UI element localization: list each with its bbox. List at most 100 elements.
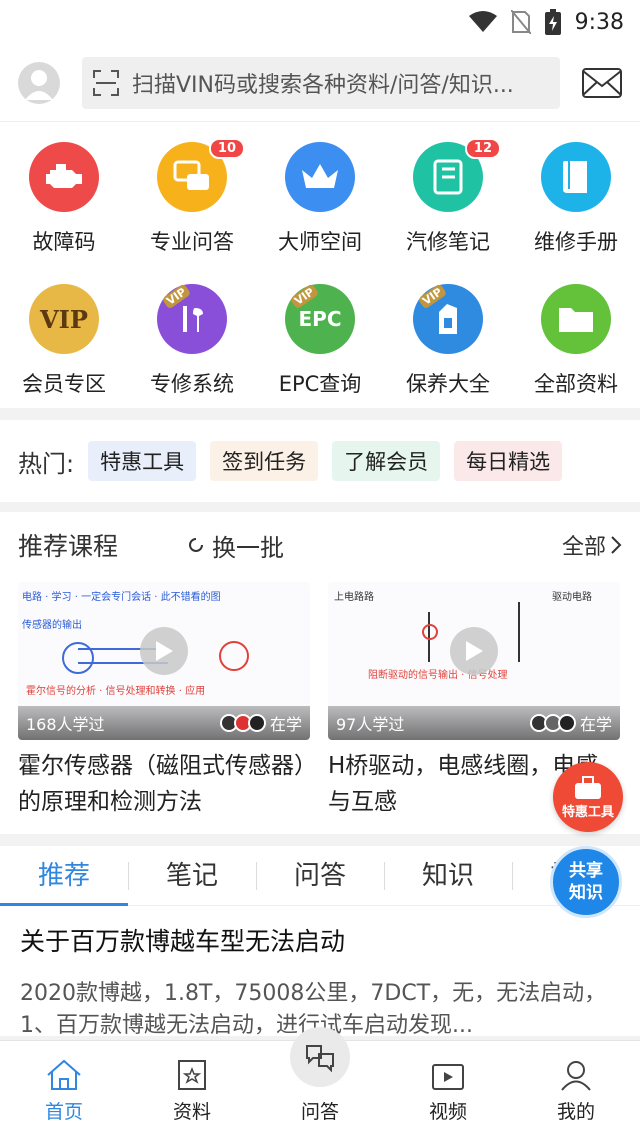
- nav-home[interactable]: 首页: [0, 1041, 128, 1136]
- user-icon: [25, 69, 53, 100]
- thumb-footer: 168人学过 在学: [18, 706, 310, 740]
- share-line2: 知识: [569, 883, 603, 903]
- crown-icon: [285, 142, 355, 212]
- courses-header: 推荐课程 换一批 全部: [0, 512, 640, 578]
- nav-docs[interactable]: 资料: [128, 1041, 256, 1136]
- avatar[interactable]: [18, 61, 60, 104]
- refresh-icon: [189, 538, 204, 552]
- tab-recommend[interactable]: 推荐: [0, 846, 128, 906]
- notification-badge: 12: [464, 138, 501, 159]
- feed-tabs: 推荐 笔记 问答 知识 视频: [0, 846, 640, 906]
- feed: 推荐 笔记 问答 知识 视频 关于百万款博越车型无法启动 2020款博越，1.8…: [0, 846, 640, 1038]
- oil-icon: VIP: [413, 283, 483, 354]
- search-input[interactable]: 扫描VIN码或搜索各种资料/问答/知识...: [82, 56, 560, 109]
- notebook-icon: 12: [413, 138, 501, 212]
- play-icon[interactable]: [450, 627, 498, 675]
- chevron-right-icon: [611, 536, 622, 554]
- courses-title: 推荐课程: [18, 532, 119, 561]
- chip-tools[interactable]: 特惠工具: [88, 441, 197, 481]
- grid-label: 汽修笔记: [406, 230, 490, 254]
- course-thumbnail: 上电路路 驱动电路 阻断驱动的信号输出 · 信号处理 97人学过 在学: [328, 582, 620, 740]
- course-card[interactable]: 电路 · 学习 · 一定会专门会话 · 此不错看的图 传感器的输出 霍尔信号的分…: [18, 582, 310, 820]
- grid-label: 维修手册: [534, 230, 618, 254]
- battery-icon: [544, 9, 561, 35]
- grid-label: 大师空间: [278, 230, 362, 254]
- nav-profile[interactable]: 我的: [512, 1041, 640, 1136]
- grid-item-epc[interactable]: VIP EPC EPC查询: [256, 283, 384, 398]
- chat-icon: 10: [157, 138, 245, 212]
- qa-icon: [290, 1027, 350, 1087]
- feature-grid: 故障码 10 专业问答 大师空间 12 汽修笔记 维修手册 VIP 会员专区 V…: [0, 122, 640, 408]
- nav-qa[interactable]: 问答: [256, 1027, 384, 1136]
- wifi-icon: [468, 11, 497, 32]
- share-knowledge-button[interactable]: 共享 知识: [550, 846, 622, 918]
- play-icon[interactable]: [140, 627, 188, 675]
- studying-label: 在学: [579, 715, 612, 734]
- tab-knowledge[interactable]: 知识: [384, 846, 512, 906]
- course-title: 霍尔传感器（磁阻式传感器）的原理和检测方法: [18, 753, 306, 815]
- mail-icon[interactable]: [582, 67, 622, 98]
- refresh-button[interactable]: 换一批: [186, 528, 284, 563]
- epc-text: EPC: [298, 307, 342, 331]
- grid-item-all-docs[interactable]: 全部资料: [512, 284, 640, 398]
- document-icon: [178, 1060, 206, 1090]
- deal-tools-float-button[interactable]: 特惠工具: [553, 762, 623, 832]
- learner-avatars: 在学: [219, 711, 302, 735]
- recommended-courses: 推荐课程 换一批 全部 电路 · 学习 · 一定会专门会话 · 此不错看的图 传…: [0, 512, 640, 834]
- course-thumbnail: 电路 · 学习 · 一定会专门会话 · 此不错看的图 传感器的输出 霍尔信号的分…: [18, 582, 310, 740]
- nav-label: 首页: [44, 1101, 83, 1123]
- studying-label: 在学: [269, 715, 302, 734]
- grid-label: 专业问答: [150, 230, 234, 254]
- nav-label: 我的: [556, 1101, 595, 1123]
- no-sim-icon: [510, 10, 531, 34]
- grid-item-master-space[interactable]: 大师空间: [256, 142, 384, 256]
- chip-membership[interactable]: 了解会员: [332, 441, 441, 481]
- nav-video[interactable]: 视频: [384, 1041, 512, 1136]
- view-all-label: 全部: [561, 535, 606, 560]
- grid-item-pro-qa[interactable]: 10 专业问答: [128, 138, 256, 256]
- clock: 9:38: [574, 9, 624, 35]
- grid-item-repair-notes[interactable]: 12 汽修笔记: [384, 138, 512, 256]
- search-placeholder: 扫描VIN码或搜索各种资料/问答/知识...: [132, 72, 514, 98]
- bottom-nav: 首页 资料 问答 视频 我的: [0, 1027, 640, 1136]
- grid-item-maintenance[interactable]: VIP 保养大全: [384, 283, 512, 398]
- scan-icon[interactable]: [92, 69, 120, 97]
- grid-label: 全部资料: [534, 372, 618, 396]
- chip-daily-picks[interactable]: 每日精选: [454, 441, 563, 481]
- status-bar: 9:38: [0, 0, 640, 44]
- avatar: [557, 714, 576, 732]
- share-line1: 共享: [569, 861, 603, 881]
- home-icon: [47, 1059, 81, 1090]
- nav-label: 资料: [172, 1101, 211, 1123]
- float-tool-label: 特惠工具: [561, 804, 614, 820]
- avatar: [247, 714, 266, 732]
- vip-text: VIP: [40, 304, 88, 334]
- article-title: 关于百万款博越车型无法启动: [20, 927, 346, 956]
- notification-badge: 10: [208, 138, 245, 159]
- nav-label: 视频: [428, 1101, 467, 1123]
- tab-qa[interactable]: 问答: [256, 846, 384, 906]
- grid-label: 专修系统: [150, 372, 234, 396]
- toolbox-icon: [575, 775, 601, 799]
- refresh-label: 换一批: [212, 533, 285, 562]
- thumb-footer: 97人学过 在学: [328, 706, 620, 740]
- chip-checkin[interactable]: 签到任务: [210, 441, 319, 481]
- grid-label: 保养大全: [406, 372, 490, 396]
- grid-item-repair-manual[interactable]: 维修手册: [512, 142, 640, 256]
- grid-item-repair-system[interactable]: VIP 专修系统: [128, 283, 256, 398]
- engine-icon: [29, 142, 99, 212]
- vip-icon: VIP: [29, 284, 99, 354]
- book-icon: [541, 142, 611, 212]
- top-bar: 扫描VIN码或搜索各种资料/问答/知识...: [0, 44, 640, 122]
- folder-icon: [541, 284, 611, 354]
- grid-label: 会员专区: [22, 372, 106, 396]
- grid-item-vip-zone[interactable]: VIP 会员专区: [0, 284, 128, 398]
- grid-label: EPC查询: [278, 372, 362, 396]
- epc-icon: VIP EPC: [285, 283, 355, 354]
- grid-item-fault-code[interactable]: 故障码: [0, 142, 128, 256]
- view-all-button[interactable]: 全部: [562, 529, 622, 561]
- learner-count: 168人学过: [26, 715, 105, 734]
- profile-icon: [561, 1061, 591, 1091]
- learner-count: 97人学过: [336, 715, 405, 734]
- tab-notes[interactable]: 笔记: [128, 846, 256, 906]
